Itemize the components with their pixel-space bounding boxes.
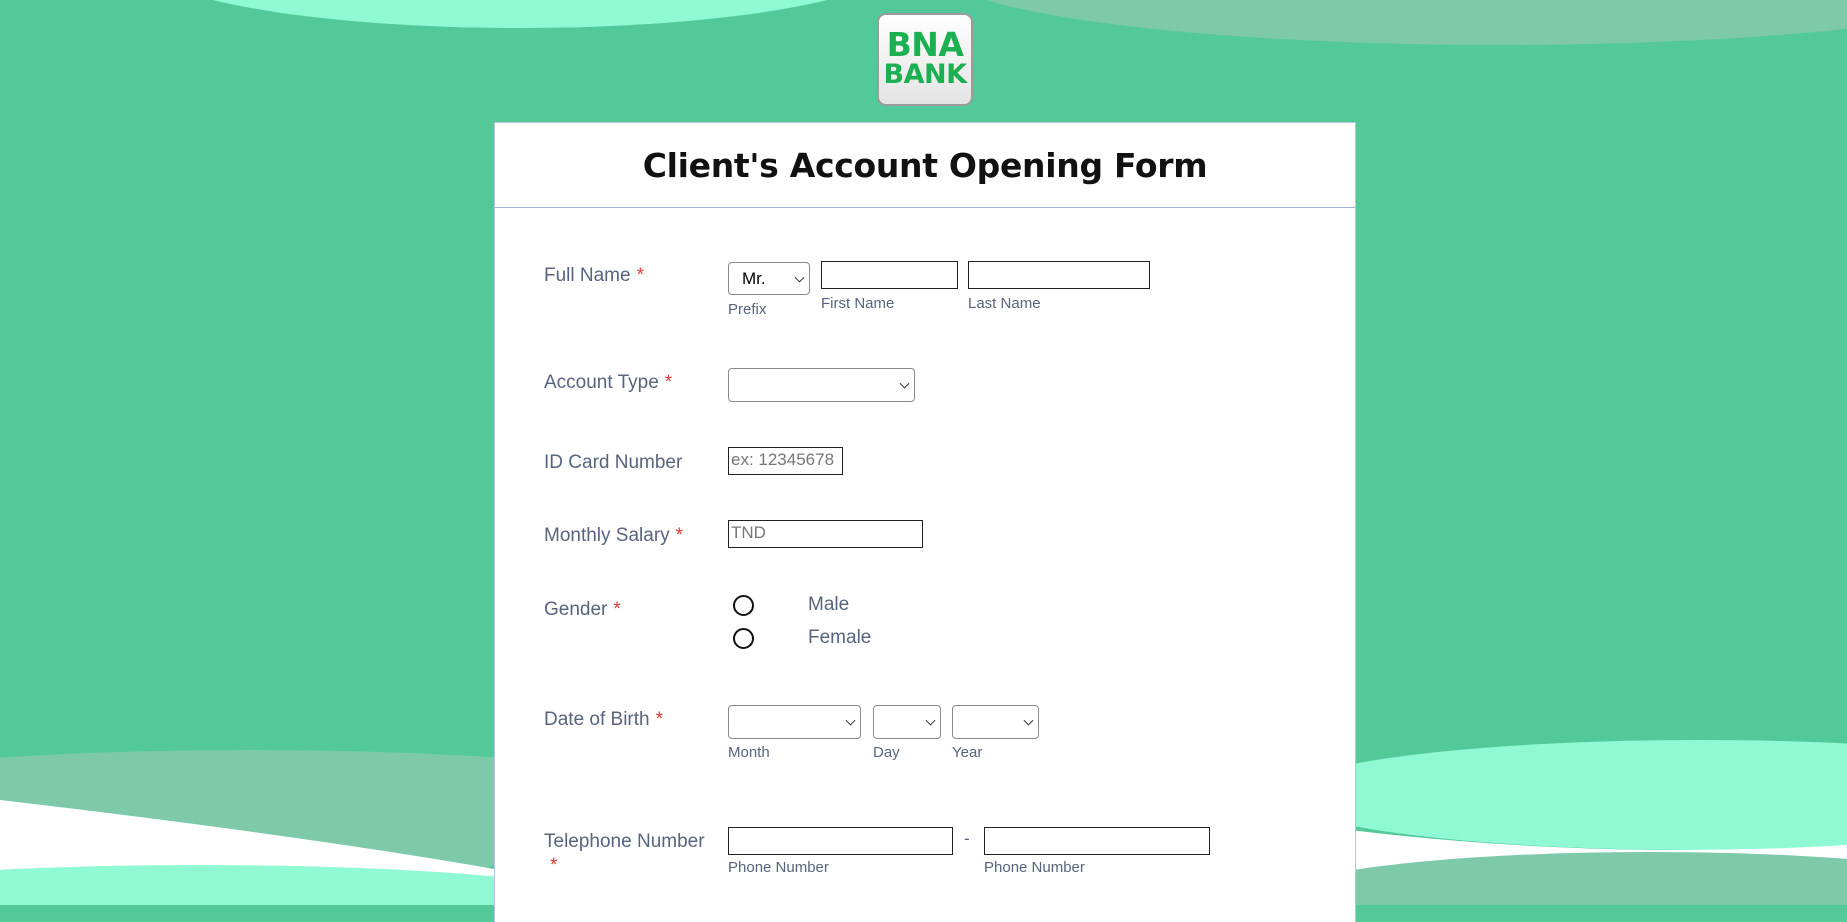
last-name-sublabel: Last Name	[968, 295, 1041, 312]
dob-month-select[interactable]	[728, 705, 861, 739]
bna-bank-logo: BNA BANK	[877, 13, 973, 106]
first-name-input[interactable]	[821, 261, 958, 289]
gender-male-radio[interactable]	[733, 595, 754, 616]
chevron-down-icon	[925, 715, 936, 726]
dob-month-sublabel: Month	[728, 744, 770, 761]
gender-female-label: Female	[808, 627, 872, 648]
full-name-label-text: Full Name	[544, 265, 631, 286]
required-asterisk: *	[550, 855, 558, 876]
id-card-input[interactable]: ex: 12345678	[728, 447, 843, 475]
dob-day-select[interactable]	[873, 705, 941, 739]
date-of-birth-label-text: Date of Birth	[544, 709, 650, 730]
monthly-salary-label: Monthly Salary *	[544, 524, 683, 548]
required-asterisk: *	[664, 372, 673, 393]
required-asterisk: *	[636, 265, 644, 286]
gender-label-text: Gender	[544, 599, 608, 620]
id-card-label: ID Card Number	[544, 451, 682, 475]
chevron-down-icon	[899, 378, 910, 389]
required-asterisk: *	[675, 525, 684, 546]
required-asterisk: *	[613, 599, 621, 620]
telephone-label: Telephone Number *	[544, 830, 729, 878]
logo-text-line2: BANK	[883, 58, 968, 90]
phone-number-input-2[interactable]	[984, 827, 1210, 855]
prefix-value: Mr.	[742, 269, 766, 288]
chevron-down-icon	[845, 715, 856, 726]
prefix-select[interactable]: Mr.	[728, 262, 810, 295]
dob-year-select[interactable]	[952, 705, 1039, 739]
dob-year-sublabel: Year	[952, 744, 983, 761]
date-of-birth-label: Date of Birth *	[544, 708, 663, 732]
id-card-label-text: ID Card Number	[544, 452, 683, 473]
gender-label: Gender *	[544, 598, 621, 622]
gender-female-radio[interactable]	[733, 628, 754, 649]
chevron-down-icon	[1023, 715, 1034, 726]
chevron-down-icon	[794, 272, 805, 283]
required-asterisk: *	[655, 709, 664, 730]
phone-number-sublabel-1: Phone Number	[728, 859, 829, 876]
form-header: Client's Account Opening Form	[495, 123, 1355, 208]
phone-separator: -	[964, 829, 970, 848]
phone-number-input-1[interactable]	[728, 827, 953, 855]
first-name-sublabel: First Name	[821, 295, 895, 312]
logo-text-line1: BNA	[886, 24, 964, 64]
telephone-label-text: Telephone Number	[544, 831, 705, 852]
form-title: Client's Account Opening Form	[642, 145, 1208, 185]
full-name-label: Full Name *	[544, 264, 644, 288]
account-opening-form: Client's Account Opening Form Full Name *…	[494, 122, 1356, 922]
account-type-label: Account Type *	[544, 371, 672, 395]
gender-male-label: Male	[808, 594, 850, 615]
account-type-label-text: Account Type	[544, 372, 659, 393]
last-name-input[interactable]	[968, 261, 1150, 289]
monthly-salary-input[interactable]: TND	[728, 520, 923, 548]
monthly-salary-label-text: Monthly Salary	[544, 525, 670, 546]
phone-number-sublabel-2: Phone Number	[984, 859, 1085, 876]
prefix-sublabel: Prefix	[728, 301, 767, 318]
dob-day-sublabel: Day	[873, 744, 900, 761]
account-type-select[interactable]	[728, 368, 915, 402]
